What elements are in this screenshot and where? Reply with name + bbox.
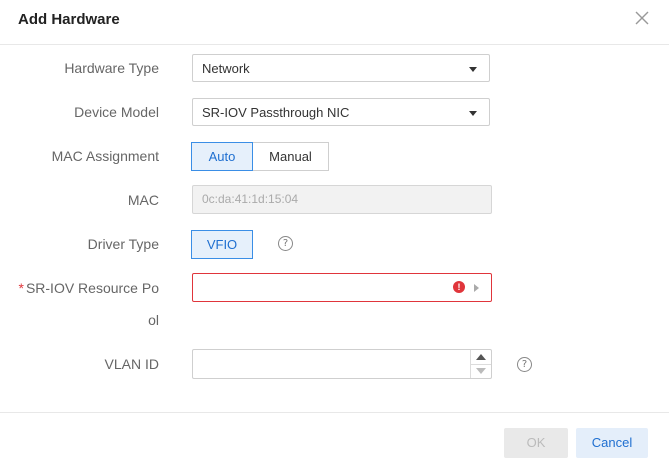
device-model-value: SR-IOV Passthrough NIC	[202, 105, 350, 120]
mac-assignment-manual-button[interactable]: Manual	[253, 142, 329, 171]
chevron-down-icon	[469, 67, 477, 72]
driver-type-label: Driver Type	[87, 236, 159, 252]
hardware-type-label: Hardware Type	[64, 60, 159, 76]
close-icon-graphic	[635, 11, 649, 25]
cancel-button[interactable]: Cancel	[576, 428, 648, 458]
arrow-up-icon	[476, 354, 486, 360]
vlan-id-input[interactable]	[192, 349, 492, 379]
help-icon[interactable]: ?	[278, 236, 293, 251]
arrow-down-icon	[476, 368, 486, 374]
dialog-header: Add Hardware	[0, 0, 669, 45]
dialog-title: Add Hardware	[18, 11, 120, 28]
mac-assignment-label: MAC Assignment	[51, 148, 159, 164]
increment-button[interactable]	[471, 350, 491, 365]
help-icon[interactable]: ?	[517, 357, 532, 372]
hardware-type-select[interactable]: Network	[192, 54, 490, 82]
vlan-id-stepper	[470, 350, 491, 378]
sriov-pool-select[interactable]: !	[192, 273, 492, 302]
chevron-down-icon	[469, 111, 477, 116]
mac-label: MAC	[127, 192, 159, 208]
required-marker: *	[18, 280, 24, 296]
ok-button[interactable]: OK	[504, 428, 568, 458]
add-hardware-dialog: Add Hardware Hardware Type Network Devic…	[0, 0, 669, 466]
sriov-pool-label-line1: SR-IOV Resource Po	[25, 280, 159, 296]
mac-field: 0c:da:41:1d:15:04	[192, 185, 492, 214]
mac-assignment-auto-button[interactable]: Auto	[191, 142, 253, 171]
close-icon[interactable]	[633, 9, 651, 27]
vlan-id-label: VLAN ID	[104, 356, 159, 372]
decrement-button[interactable]	[471, 364, 491, 378]
device-model-label: Device Model	[74, 104, 159, 120]
sriov-pool-label: * SR-IOV Resource Po	[0, 279, 159, 297]
driver-type-vfio-button[interactable]: VFIO	[191, 230, 253, 259]
error-icon: !	[453, 281, 465, 293]
dialog-footer: OK Cancel	[0, 412, 669, 467]
hardware-type-value: Network	[202, 61, 250, 76]
sriov-pool-label-line2: ol	[148, 312, 159, 328]
chevron-right-icon	[474, 284, 479, 292]
device-model-select[interactable]: SR-IOV Passthrough NIC	[192, 98, 490, 126]
